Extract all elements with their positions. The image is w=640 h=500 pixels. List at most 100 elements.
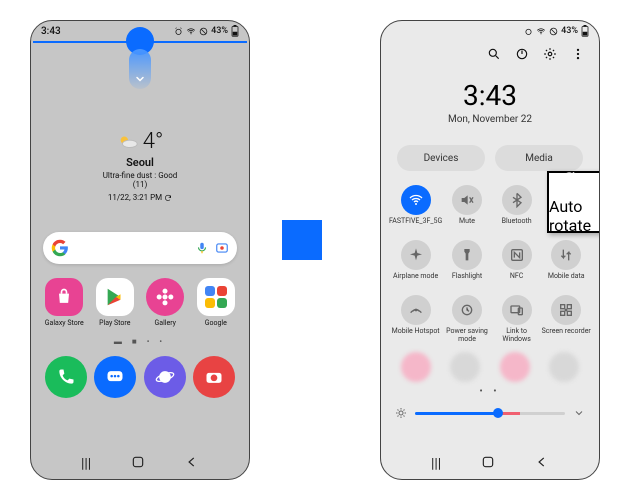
qs-label: Flashlight [452,273,482,289]
app-label: Google [192,319,240,327]
wifi-icon [408,192,424,208]
app-gallery[interactable]: Gallery [141,278,189,327]
alarm-icon [174,27,183,36]
message-icon [105,367,125,387]
lens-icon[interactable] [215,241,229,255]
data-icon [558,247,574,263]
no-sim-icon [199,27,208,36]
google-search-bar[interactable] [43,232,237,264]
bag-icon [54,287,74,307]
app-label: Galaxy Store [40,319,88,327]
brightness-slider[interactable] [381,407,599,419]
dock-messages[interactable] [94,356,136,398]
qs-label: Power saving mode [442,328,492,344]
qs-top-actions [381,39,599,61]
weather-dust-value: (11) [65,180,215,189]
mute-icon [459,192,475,208]
chevron-down-icon [134,73,146,85]
clock-date: Mon, November 22 [381,114,599,125]
phone-home-screen: 3:43 43% 4° Seoul Ultra-fine dust : Good… [30,20,250,480]
qs-grid: FASTFIVE_3F_5G Mute Bluetooth Airplane m… [381,171,599,344]
airplane-icon [408,247,424,263]
brightness-track[interactable] [415,412,565,415]
qs-mute[interactable]: Mute [442,185,492,234]
camera-icon [204,367,224,387]
dock-camera[interactable] [193,356,235,398]
app-play-store[interactable]: Play Store [91,278,139,327]
rotate-icon [560,170,578,188]
leaf-icon [459,302,475,318]
gear-icon[interactable] [543,47,557,61]
chip-devices[interactable]: Devices [397,145,485,171]
battery-percent: 43% [561,26,578,36]
wifi-icon [186,27,196,36]
google-logo-icon [51,239,69,257]
dock [31,356,249,398]
more-icon[interactable] [571,47,585,61]
qs-label: FASTFIVE_3F_5G [389,218,442,234]
play-icon [104,286,126,308]
nav-recents[interactable]: ||| [81,456,91,472]
qs-mobile-data[interactable]: Mobile data [541,240,591,289]
nav-bar: ||| [381,455,599,473]
link-icon [509,302,525,318]
mic-icon[interactable] [195,241,209,255]
no-sim-icon [549,27,558,36]
home-app-row: Galaxy Store Play Store Gallery Google [31,278,249,327]
qs-label: Airplane mode [393,273,438,289]
flower-icon [155,287,175,307]
record-icon [558,302,574,318]
nav-home[interactable] [481,455,495,473]
qs-screen-recorder[interactable]: Screen recorder [541,295,591,344]
status-bar: 43% [381,21,599,39]
weather-widget[interactable]: 4° Seoul Ultra-fine dust : Good (11) 11/… [65,129,215,202]
dock-phone[interactable] [45,356,87,398]
qs-auto-rotate-highlight[interactable]: Auto rotate [547,171,600,233]
chevron-down-icon[interactable] [573,407,585,419]
refresh-icon [164,194,172,202]
qs-label: Bluetooth [502,218,532,234]
app-google-folder[interactable]: Google [192,278,240,327]
app-label: Gallery [141,319,189,327]
battery-icon [581,25,589,37]
nav-home[interactable] [131,455,145,473]
nav-bar: ||| [31,455,249,473]
phone-quick-settings: 43% 3:43 Mon, November 22 Devices Media … [380,20,600,480]
qs-label: Screen recorder [542,328,591,344]
status-time: 3:43 [41,26,61,37]
battery-icon [231,25,239,37]
qs-blurred-row [381,344,599,382]
weather-datetime: 11/22, 3:21 PM [108,193,162,202]
nav-back[interactable] [535,455,549,473]
nfc-icon [509,247,525,263]
search-icon[interactable] [487,47,501,61]
qs-label: Auto rotate [549,197,600,235]
app-label: Play Store [91,319,139,327]
nav-back[interactable] [185,455,199,473]
qs-nfc[interactable]: NFC [492,240,542,289]
qs-label: Mobile data [548,273,585,289]
qs-hotspot[interactable]: Mobile Hotspot [389,295,442,344]
brightness-icon [395,407,407,419]
qs-label: Mute [459,218,475,234]
phone-icon [56,367,76,387]
power-icon[interactable] [515,47,529,61]
qs-link-windows[interactable]: Link to Windows [492,295,542,344]
weather-city: Seoul [65,156,215,169]
brightness-thumb[interactable] [493,408,503,418]
qs-bluetooth[interactable]: Bluetooth [492,185,542,234]
qs-airplane[interactable]: Airplane mode [389,240,442,289]
qs-power-saving[interactable]: Power saving mode [442,295,492,344]
qs-wifi[interactable]: FASTFIVE_3F_5G [389,185,442,234]
alarm-icon [524,27,533,36]
nav-recents[interactable]: ||| [431,456,441,472]
qs-label: Mobile Hotspot [392,328,440,344]
weather-dust: Ultra-fine dust : Good [65,171,215,180]
dock-browser[interactable] [144,356,186,398]
app-galaxy-store[interactable]: Galaxy Store [40,278,88,327]
bluetooth-icon [509,192,525,208]
chip-media[interactable]: Media [495,145,583,171]
qs-label: Link to Windows [492,328,542,344]
page-indicator: ▬ ■ • • [31,337,249,346]
qs-flashlight[interactable]: Flashlight [442,240,492,289]
